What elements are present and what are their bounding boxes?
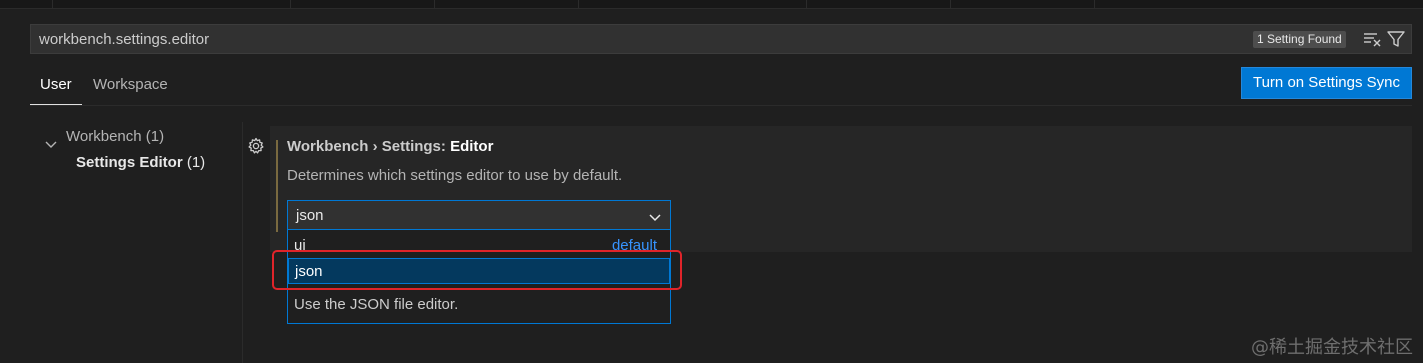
settings-editor-window: 1 Setting Found User Workspace [0, 0, 1423, 363]
tab-separator [434, 0, 435, 8]
tab-separator [290, 0, 291, 8]
settings-search-box: 1 Setting Found [30, 24, 1412, 54]
tab-separator [806, 0, 807, 8]
tab-separator [950, 0, 951, 8]
tab-separator [52, 0, 53, 8]
watermark: @稀土掘金技术社区 [1251, 337, 1413, 358]
settings-editor-select[interactable]: json [287, 200, 671, 230]
tab-separator [578, 0, 579, 8]
clear-filter-icon[interactable] [1363, 31, 1381, 47]
editor-tab-strip [0, 0, 1423, 9]
tabs-divider [30, 105, 1412, 106]
toc-divider [242, 122, 243, 363]
toc-item-workbench-label: Workbench [66, 128, 142, 145]
setting-description: Determines which settings editor to use … [287, 167, 623, 184]
tab-user-label: User [40, 76, 72, 93]
tab-user[interactable]: User [30, 70, 82, 106]
toc-item-settings-editor-label: Settings Editor [76, 154, 183, 171]
setting-name: Editor [450, 138, 494, 155]
tab-workspace[interactable]: Workspace [93, 70, 168, 104]
toc-item-workbench[interactable]: Workbench (1) [44, 128, 165, 148]
option-description: Use the JSON file editor. [294, 296, 459, 313]
setting-breadcrumb: Workbench › Settings: [287, 138, 451, 155]
filter-icon[interactable] [1387, 30, 1405, 48]
tab-separator [1094, 0, 1095, 8]
turn-on-settings-sync-button[interactable]: Turn on Settings Sync [1241, 67, 1412, 99]
result-count-badge: 1 Setting Found [1253, 31, 1346, 48]
toc-item-settings-editor-count: (1) [186, 154, 206, 171]
setting-title: Workbench › Settings: Editor [287, 138, 493, 155]
select-current-value: json [296, 207, 324, 224]
chevron-down-icon [648, 210, 662, 222]
gear-icon[interactable] [247, 137, 265, 155]
tab-workspace-label: Workspace [93, 76, 168, 93]
toc-item-settings-editor[interactable]: Settings Editor (1) [76, 154, 205, 171]
toc-item-workbench-count: (1) [145, 128, 165, 145]
modified-indicator [276, 140, 278, 232]
chevron-down-icon [44, 137, 58, 148]
annotation-highlight-box [272, 250, 682, 290]
settings-search-input[interactable] [31, 25, 1139, 53]
